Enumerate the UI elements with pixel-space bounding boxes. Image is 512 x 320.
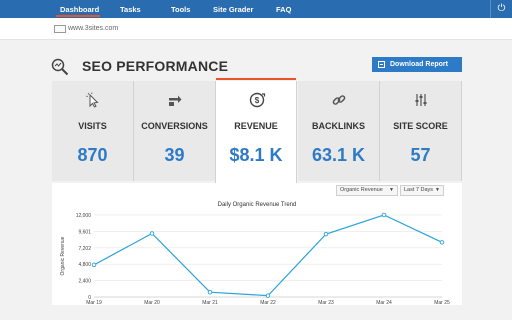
site-header: www.3sites.com [0, 18, 512, 40]
power-icon: ⏻ [497, 3, 506, 14]
site-url[interactable]: www.3sites.com [68, 25, 118, 32]
y-tick-label: 7,202 [78, 246, 91, 252]
y-axis-label: Organic Revenue [60, 236, 66, 275]
metric-label: BACKLINKS [312, 121, 365, 131]
metric-card-visits[interactable]: VISITS 870 [52, 81, 134, 181]
x-tick-label: Mar 25 [434, 300, 450, 305]
svg-text:$: $ [255, 96, 260, 105]
exchange-icon [169, 95, 182, 106]
download-report-label: Download Report [390, 61, 448, 68]
series-line [93, 214, 443, 297]
x-tick-label: Mar 20 [144, 300, 160, 305]
active-card-indicator [216, 78, 296, 80]
nav-tasks[interactable]: Tasks [120, 5, 141, 14]
data-point [91, 262, 97, 268]
x-tick-label: Mar 23 [318, 300, 334, 305]
metric-label: VISITS [78, 121, 107, 131]
download-report-button[interactable]: Download Report [372, 57, 462, 72]
power-button[interactable]: ⏻ [490, 0, 512, 18]
download-icon [378, 61, 385, 68]
y-tick-label: 12,000 [76, 213, 92, 219]
metric-value: $8.1 K [229, 145, 283, 165]
x-tick-label: Mar 22 [260, 300, 276, 305]
magnifier-chart-icon [51, 58, 69, 76]
revenue-icon: $ [249, 92, 266, 108]
data-point [265, 293, 271, 298]
y-tick-label: 4,800 [78, 262, 91, 268]
metric-label: REVENUE [234, 121, 278, 131]
revenue-chart-panel: Organic Revenue ▼ Last 7 Days ▼ Daily Or… [52, 183, 462, 305]
x-tick-label: Mar 21 [202, 300, 218, 305]
nav-active-indicator [56, 15, 100, 17]
nav-dashboard[interactable]: Dashboard [60, 5, 99, 14]
x-tick-label: Mar 24 [376, 300, 392, 305]
cursor-click-icon [85, 92, 99, 108]
nav-faq[interactable]: FAQ [276, 5, 291, 14]
data-point [149, 231, 155, 236]
metric-label: CONVERSIONS [141, 121, 208, 131]
site-favicon-icon [54, 25, 66, 33]
metric-card-conversions[interactable]: CONVERSIONS 39 [134, 81, 216, 181]
data-point [207, 289, 213, 295]
data-point [381, 212, 387, 218]
top-nav-bar: Dashboard Tasks Tools Site Grader FAQ ⏻ [0, 0, 512, 18]
data-point [439, 240, 445, 245]
sliders-icon [415, 94, 427, 106]
link-icon [332, 95, 346, 105]
x-tick-label: Mar 19 [86, 300, 102, 305]
metric-card-site-score[interactable]: SITE SCORE 57 [380, 81, 462, 181]
data-point [323, 231, 329, 237]
metric-value: 63.1 K [311, 145, 366, 165]
metric-value: 39 [164, 145, 185, 165]
nav-site-grader[interactable]: Site Grader [213, 5, 253, 14]
line-chart: 02,4004,8007,2029,60112,000Organic Reven… [60, 212, 450, 305]
nav-tools[interactable]: Tools [171, 5, 190, 14]
y-tick-label: 9,601 [78, 229, 91, 235]
metric-value: 870 [77, 145, 108, 165]
metric-label: SITE SCORE [393, 121, 448, 131]
page-title: SEO PERFORMANCE [82, 58, 229, 74]
metric-card-backlinks[interactable]: BACKLINKS 63.1 K [298, 81, 380, 181]
metric-value: 57 [410, 145, 431, 165]
y-tick-label: 2,400 [78, 279, 91, 285]
metric-card-revenue[interactable]: $ REVENUE $8.1 K [215, 81, 297, 183]
